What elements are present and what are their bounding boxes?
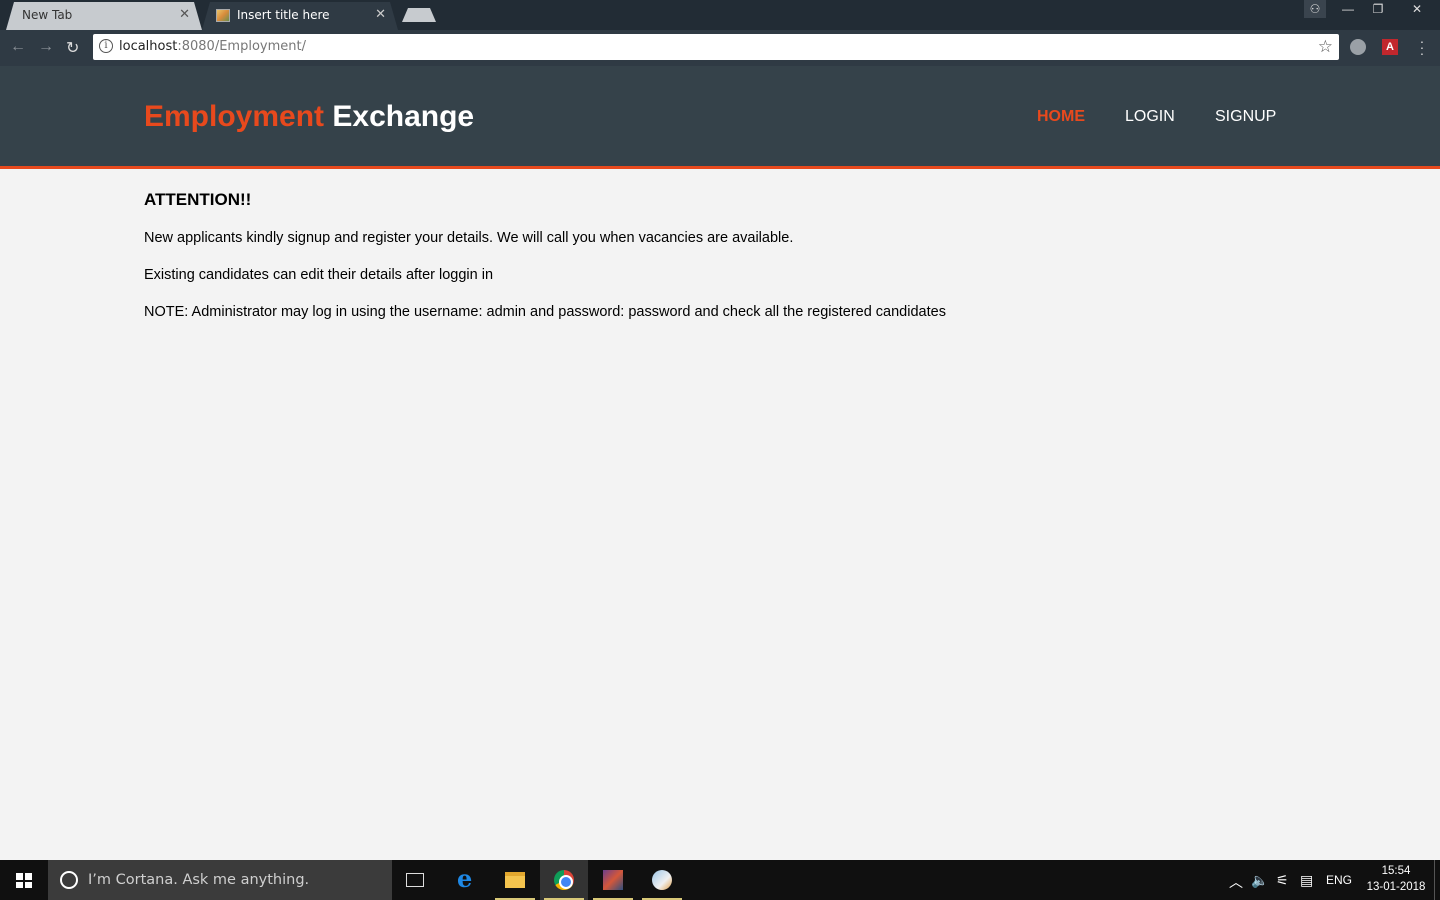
file-explorer-icon: [505, 872, 525, 888]
cortana-search-box[interactable]: I’m Cortana. Ask me anything.: [48, 860, 392, 900]
app-icon: [603, 870, 623, 890]
taskbar-app[interactable]: [589, 860, 637, 900]
address-bar[interactable]: i localhost:8080/Employment/ ☆: [93, 34, 1339, 60]
url-text[interactable]: localhost:8080/Employment/: [119, 39, 306, 54]
attention-heading: ATTENTION!!: [144, 190, 252, 209]
paint-icon: [652, 870, 672, 890]
pdf-extension-icon[interactable]: A: [1382, 39, 1398, 55]
clock-date: 13-01-2018: [1366, 881, 1426, 893]
taskbar-edge[interactable]: e: [442, 860, 490, 900]
windows-taskbar: I’m Cortana. Ask me anything. e ︿ 🔈 ⚟ ▤ …: [0, 860, 1440, 900]
brand-highlight: Employment: [144, 100, 325, 133]
tab-close-icon[interactable]: ✕: [179, 7, 190, 22]
forward-arrow-icon[interactable]: →: [38, 38, 54, 56]
chrome-icon: [554, 870, 574, 890]
url-host: localhost: [119, 39, 178, 54]
close-window-icon[interactable]: ✕: [1394, 0, 1440, 18]
reload-icon[interactable]: ↻: [66, 38, 79, 58]
window-controls: ⚇ — ❐ ✕: [1302, 0, 1440, 20]
nav-login[interactable]: LOGIN: [1125, 108, 1175, 126]
site-logo[interactable]: Employment Exchange: [144, 100, 474, 134]
nav-home[interactable]: HOME: [1037, 108, 1085, 126]
taskbar-chrome[interactable]: [540, 860, 588, 900]
cortana-icon: [60, 871, 78, 889]
browser-toolbar: ← → ↻ i localhost:8080/Employment/ ☆ A ·…: [0, 30, 1440, 66]
show-hidden-icons-chevron-icon[interactable]: ︿: [1229, 872, 1243, 892]
tab-title: New Tab: [22, 8, 73, 22]
language-indicator[interactable]: ENG: [1326, 873, 1352, 887]
tab-new-tab[interactable]: New Tab ✕: [6, 2, 202, 30]
bookmark-star-icon[interactable]: ☆: [1318, 37, 1333, 57]
tab-insert-title[interactable]: Insert title here ✕: [202, 2, 398, 30]
system-clock[interactable]: 15:54 13-01-2018: [1366, 863, 1426, 895]
new-tab-button[interactable]: [402, 8, 436, 22]
task-view-icon: [406, 873, 424, 887]
browser-tabstrip: New Tab ✕ Insert title here ✕ ⚇ — ❐ ✕: [0, 0, 1440, 30]
tab-title: Insert title here: [237, 8, 330, 22]
extension-cloud-icon[interactable]: [1350, 39, 1366, 55]
minimize-icon[interactable]: —: [1334, 0, 1362, 18]
page-favicon-icon: [216, 9, 230, 22]
cortana-placeholder: I’m Cortana. Ask me anything.: [88, 872, 310, 888]
notice-paragraph: NOTE: Administrator may log in using the…: [144, 304, 946, 320]
show-desktop-button[interactable]: [1434, 860, 1435, 900]
main-content: ATTENTION!! New applicants kindly signup…: [144, 190, 1294, 341]
browser-menu-icon[interactable]: · · ·: [1418, 34, 1426, 60]
tab-close-icon[interactable]: ✕: [375, 7, 386, 22]
restore-icon[interactable]: ❐: [1364, 0, 1392, 18]
taskbar-paint[interactable]: [638, 860, 686, 900]
task-view-button[interactable]: [392, 860, 440, 900]
edge-icon: e: [457, 864, 473, 893]
windows-logo-icon: [16, 873, 32, 888]
wifi-icon[interactable]: ⚟: [1276, 872, 1289, 889]
back-arrow-icon[interactable]: ←: [10, 38, 26, 56]
url-path: :8080/Employment/: [177, 39, 306, 54]
notice-paragraph: Existing candidates can edit their detai…: [144, 267, 494, 283]
action-center-icon[interactable]: ▤: [1300, 872, 1313, 889]
nav-signup[interactable]: SIGNUP: [1215, 108, 1276, 126]
start-button[interactable]: [0, 860, 48, 900]
site-header: Employment Exchange HOME LOGIN SIGNUP: [0, 66, 1440, 169]
volume-icon[interactable]: 🔈: [1251, 872, 1268, 889]
profile-icon[interactable]: ⚇: [1304, 0, 1326, 18]
notice-paragraph: New applicants kindly signup and registe…: [144, 230, 794, 246]
clock-time: 15:54: [1381, 865, 1411, 877]
taskbar-file-explorer[interactable]: [491, 860, 539, 900]
info-icon[interactable]: i: [99, 39, 113, 53]
brand-rest: Exchange: [332, 100, 475, 133]
